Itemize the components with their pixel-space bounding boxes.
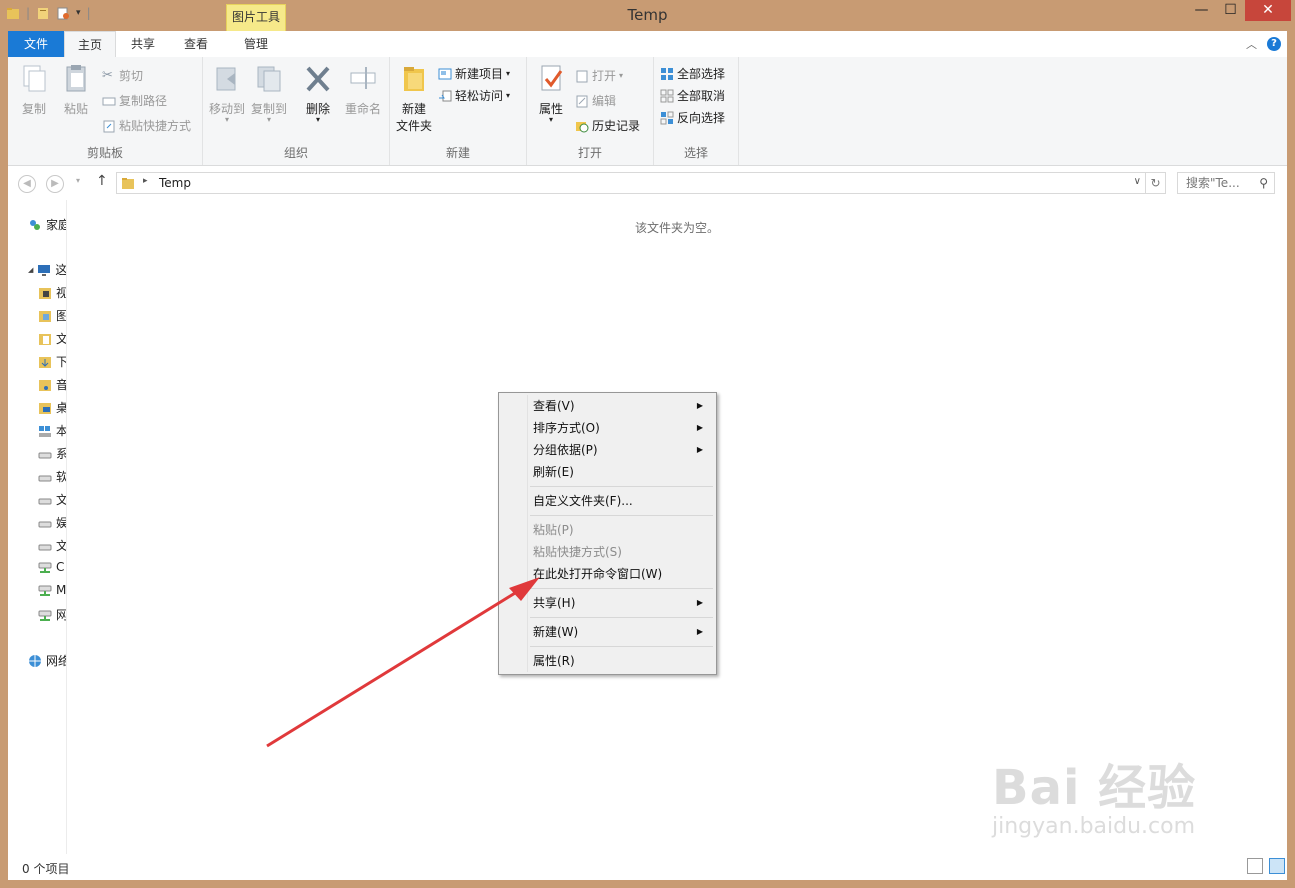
watermark-logo-text: Bai 经验	[992, 760, 1197, 816]
baidu-watermark: Bai 经验 jingyan.baidu.com	[992, 748, 1196, 839]
explorer-window: | ▾ | 图片工具 Temp — ☐ ✕ 文件 主页 共享 查看 管理 ︿ ?	[0, 0, 1295, 888]
watermark-url: jingyan.baidu.com	[992, 814, 1196, 839]
